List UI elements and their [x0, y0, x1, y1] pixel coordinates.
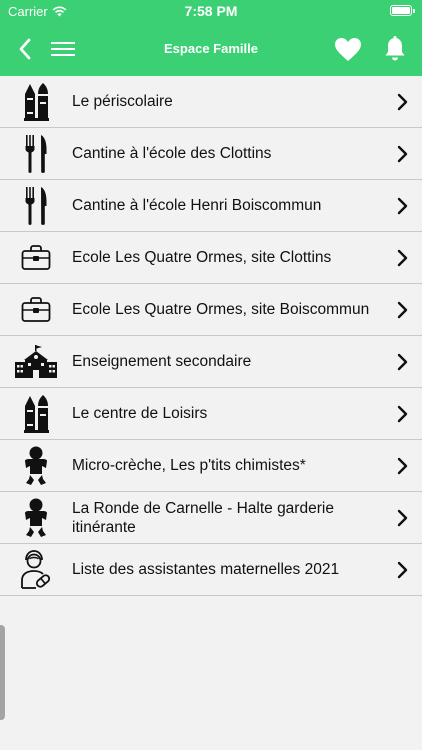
list-item[interactable]: Enseignement secondaire	[0, 336, 422, 388]
chevron-right-icon	[397, 197, 408, 215]
status-time: 7:58 PM	[184, 3, 238, 19]
nav-bar: Espace Famille	[0, 22, 422, 76]
list-item[interactable]: Liste des assistantes maternelles 2021	[0, 544, 422, 596]
fork-knife-icon	[14, 186, 58, 226]
heart-icon	[335, 37, 361, 61]
list-item-label: Ecole Les Quatre Ormes, site Clottins	[72, 249, 332, 266]
chevron-right-icon	[397, 301, 408, 319]
list-item-label: Ecole Les Quatre Ormes, site Boiscommun	[72, 301, 370, 318]
school-building-icon	[14, 342, 58, 382]
chevron-right-icon	[397, 457, 408, 475]
list-item-label: Cantine à l'école des Clottins	[72, 145, 272, 162]
chevron-right-icon	[397, 405, 408, 423]
notifications-button[interactable]	[380, 34, 410, 64]
bell-icon	[385, 36, 405, 61]
status-bar: Carrier 7:58 PM	[0, 0, 422, 22]
favorites-button[interactable]	[333, 34, 363, 64]
school-bag-icon	[14, 290, 58, 330]
fork-knife-icon	[14, 134, 58, 174]
list-item[interactable]: Cantine à l'école des Clottins	[0, 128, 422, 180]
list-item[interactable]: Cantine à l'école Henri Boiscommun	[0, 180, 422, 232]
nanny-icon	[14, 550, 58, 590]
list-item-label: Enseignement secondaire	[72, 353, 252, 370]
chevron-right-icon	[397, 93, 408, 111]
chevron-right-icon	[397, 145, 408, 163]
baby-icon	[14, 498, 58, 538]
list-item[interactable]: Micro-crèche, Les p'tits chimistes*	[0, 440, 422, 492]
list-item[interactable]: Ecole Les Quatre Ormes, site Boiscommun	[0, 284, 422, 336]
chevron-right-icon	[397, 561, 408, 579]
list-item-label: Le centre de Loisirs	[72, 405, 208, 422]
battery-icon	[390, 5, 415, 16]
list-item[interactable]: Le périscolaire	[0, 76, 422, 128]
edge-shadow	[0, 625, 5, 720]
baby-icon	[14, 446, 58, 486]
list-item-label: Le périscolaire	[72, 93, 173, 110]
chevron-right-icon	[397, 509, 408, 527]
pencils-icon	[14, 82, 58, 122]
chevron-right-icon	[397, 249, 408, 267]
school-bag-icon	[14, 238, 58, 278]
list-item[interactable]: Le centre de Loisirs	[0, 388, 422, 440]
list-item-label: Liste des assistantes maternelles 2021	[72, 561, 340, 578]
pencils-icon	[14, 394, 58, 434]
chevron-right-icon	[397, 353, 408, 371]
menu-list: Le périscolaire Cantine à l'école des Cl…	[0, 76, 422, 596]
list-item[interactable]: Ecole Les Quatre Ormes, site Clottins	[0, 232, 422, 284]
list-item-label: La Ronde de Carnelle - Halte garderie it…	[72, 499, 334, 536]
list-item-label: Micro-crèche, Les p'tits chimistes*	[72, 457, 306, 474]
list-item[interactable]: La Ronde de Carnelle - Halte garderie it…	[0, 492, 422, 544]
list-item-label: Cantine à l'école Henri Boiscommun	[72, 197, 322, 214]
